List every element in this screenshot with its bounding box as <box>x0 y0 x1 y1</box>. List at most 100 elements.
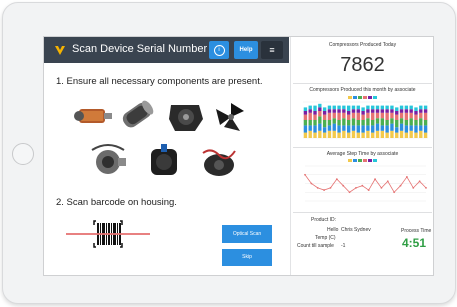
bar-segment <box>356 132 360 138</box>
bar-segment <box>356 125 360 133</box>
info-icon: i <box>213 45 225 56</box>
bar-segment <box>404 125 409 133</box>
bar-segment <box>346 132 351 138</box>
step-1-instruction: 1. Ensure all necessary components are p… <box>56 76 263 87</box>
bar-segment <box>337 105 341 110</box>
bar-segment <box>409 130 413 138</box>
bar-segment <box>414 120 418 126</box>
data-point <box>335 178 338 181</box>
count-till-sample-value: -1 <box>341 243 346 249</box>
brand-logo-icon <box>55 46 65 55</box>
bar-segment <box>303 114 308 120</box>
bar-segment <box>404 120 409 126</box>
bar-segment <box>375 112 380 119</box>
bar-segment <box>399 118 404 124</box>
bar-segment <box>308 109 312 113</box>
bar-segment <box>327 112 332 120</box>
bar-segment <box>346 111 351 115</box>
legend-swatch <box>362 95 367 99</box>
bar-segment <box>303 120 308 126</box>
bar-segment <box>366 130 370 138</box>
bar-segment <box>351 125 356 131</box>
bar-segment <box>404 112 409 120</box>
bar-segment <box>303 132 308 138</box>
bar-segment <box>322 120 327 128</box>
bar-segment <box>342 118 346 126</box>
bar-segment <box>390 118 394 124</box>
bar-segment <box>318 123 322 131</box>
divider <box>293 212 432 213</box>
data-point <box>374 178 376 181</box>
count-till-sample-label: Count till sample <box>297 243 334 249</box>
help-button[interactable]: Help <box>234 41 258 59</box>
bar-segment <box>371 120 375 126</box>
bar-segment <box>356 112 360 120</box>
bar-segment <box>375 118 380 124</box>
bar-segment <box>385 105 389 110</box>
legend-swatch <box>367 158 372 162</box>
bar-segment <box>313 105 317 111</box>
bar-segment <box>351 118 356 126</box>
bar-segment <box>313 125 317 133</box>
optical-scan-button[interactable]: Optical Scan <box>222 225 272 243</box>
bar-segment <box>375 130 380 138</box>
produced-today-value: 7862 <box>340 54 385 76</box>
bar-segment <box>385 132 389 138</box>
bar-segment <box>303 111 308 115</box>
bar-segment <box>337 120 341 126</box>
bar-segment <box>395 120 399 128</box>
bar-segment <box>351 130 356 138</box>
bar-segment <box>414 132 418 138</box>
bar-segment <box>390 123 394 131</box>
bar-segment <box>322 127 327 133</box>
legend-swatch <box>357 158 362 162</box>
data-point <box>342 184 345 187</box>
bar-segment <box>332 105 336 110</box>
bar-segment <box>371 112 375 120</box>
dashboard-panel: Compressors Produced Today 7862 Compress… <box>290 37 433 275</box>
data-point <box>310 182 313 185</box>
menu-button[interactable]: ≡ <box>261 41 283 59</box>
bar-segment <box>366 109 370 113</box>
data-point <box>355 186 357 189</box>
bar-segment <box>366 112 370 119</box>
bar-segment <box>332 123 336 131</box>
bar-segment <box>308 130 312 138</box>
bar-segment <box>385 109 389 113</box>
data-point <box>329 186 332 189</box>
process-time-label: Process Time <box>401 228 432 234</box>
header-bar: Scan Device Serial Number i Help ≡ <box>44 37 289 63</box>
bar-segment <box>356 120 360 126</box>
legend-swatch <box>367 95 372 99</box>
bar-segment <box>332 109 336 113</box>
bar-segment <box>318 107 322 111</box>
data-point <box>380 186 383 189</box>
bar-segment <box>419 118 423 126</box>
bar-segment <box>423 120 428 126</box>
tablet-home-button[interactable] <box>12 143 34 165</box>
bar-segment <box>395 132 399 138</box>
bar-segment <box>308 112 312 120</box>
bar-segment <box>342 105 346 110</box>
bar-segment <box>423 109 428 113</box>
bar-segment <box>409 118 413 126</box>
bar-segment <box>375 123 380 131</box>
page-title: Scan Device Serial Number <box>72 43 208 55</box>
bar-segment <box>404 105 409 110</box>
bar-segment <box>395 127 399 133</box>
step-time-chart <box>304 165 427 202</box>
bar-segment <box>342 109 346 113</box>
bar-segment <box>322 132 327 138</box>
process-time-value: 4:51 <box>402 236 427 250</box>
month-chart-legend <box>291 95 433 99</box>
bar-segment <box>318 130 322 138</box>
info-button[interactable]: i <box>209 41 229 59</box>
bar-segment <box>327 105 332 110</box>
bar-segment <box>409 105 413 110</box>
associate-name: Chris Sydnev <box>341 227 371 233</box>
bar-segment <box>337 125 341 133</box>
bar-segment <box>409 109 413 113</box>
skip-button[interactable]: Skip <box>222 249 272 266</box>
bar-segment <box>342 112 346 119</box>
bar-segment <box>419 112 423 119</box>
